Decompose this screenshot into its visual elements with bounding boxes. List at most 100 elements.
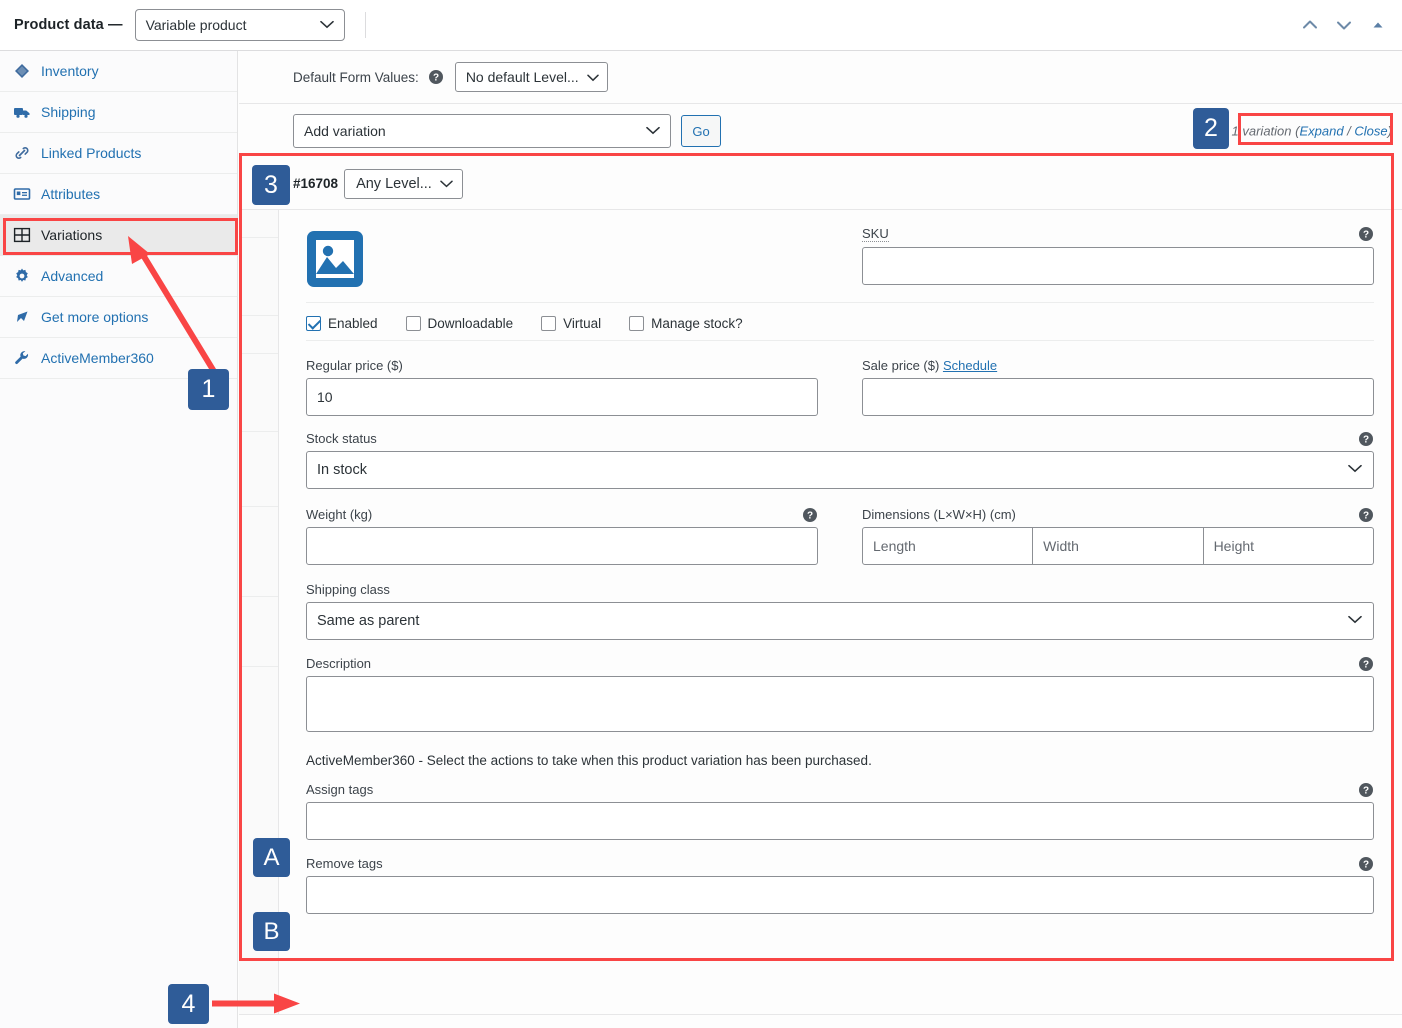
svg-text:?: ? xyxy=(1363,230,1369,241)
stock-status-label: Stock status xyxy=(306,431,377,446)
variation-count-top: 1 variation (Expand / Close) xyxy=(1232,124,1392,139)
checkbox-label: Enabled xyxy=(328,316,378,331)
plug-icon xyxy=(13,308,31,326)
assign-tags-input[interactable] xyxy=(306,802,1374,840)
dimensions-inputs xyxy=(862,527,1374,565)
variations-panel: Default Form Values: ? No default Level.… xyxy=(239,51,1402,1028)
svg-text:?: ? xyxy=(433,73,439,84)
sku-label: SKU xyxy=(862,226,889,242)
shipping-class-label: Shipping class xyxy=(306,582,390,597)
sidebar-item-shipping[interactable]: Shipping xyxy=(0,92,237,133)
assign-tags-field: Assign tags ? xyxy=(306,782,1374,840)
weight-input[interactable] xyxy=(306,527,818,565)
close-link[interactable]: Close xyxy=(1354,124,1387,139)
help-icon[interactable]: ? xyxy=(1358,507,1374,523)
description-label: Description xyxy=(306,656,372,671)
chevron-down-icon xyxy=(440,176,453,192)
variation-id: #16708 xyxy=(293,176,339,191)
header-divider xyxy=(364,12,366,38)
sidebar-item-label: Shipping xyxy=(41,104,96,120)
checkbox-box xyxy=(629,316,645,331)
remove-tags-input[interactable] xyxy=(306,876,1374,914)
variation-header: #16708 Any Level... xyxy=(239,158,1402,210)
product-type-select[interactable]: Variable product xyxy=(134,9,345,41)
checkbox-label: Virtual xyxy=(563,316,602,331)
default-form-values-row: Default Form Values: ? No default Level.… xyxy=(239,51,1402,104)
grid-icon xyxy=(13,226,31,244)
gear-icon xyxy=(13,267,31,285)
variation-body: SKU ? Enabled Downloadable Virtual Manag… xyxy=(280,210,1402,1014)
triangle-up-icon[interactable] xyxy=(1368,15,1388,35)
help-icon[interactable]: ? xyxy=(1358,656,1374,672)
checkbox-label: Downloadable xyxy=(427,316,514,331)
remove-tags-field: Remove tags ? xyxy=(306,856,1374,914)
sidebar-item-linked-products[interactable]: Linked Products xyxy=(0,133,237,174)
sidebar-item-attributes[interactable]: Attributes xyxy=(0,174,237,215)
description-textarea[interactable] xyxy=(306,676,1374,732)
sale-price-label: Sale price ($) Schedule xyxy=(862,358,1374,373)
dimensions-label: Dimensions (L×W×H) (cm) xyxy=(862,507,1016,522)
regular-price-input[interactable] xyxy=(306,378,818,416)
schedule-link[interactable]: Schedule xyxy=(943,358,997,373)
sku-input[interactable] xyxy=(862,247,1374,285)
shipping-class-value: Same as parent xyxy=(317,613,420,629)
help-icon[interactable]: ? xyxy=(1358,431,1374,447)
virtual-checkbox[interactable]: Virtual xyxy=(541,316,601,331)
product-data-tabs: Inventory Shipping Linked Products Attri… xyxy=(0,51,238,1028)
sidebar-item-inventory[interactable]: Inventory xyxy=(0,51,237,92)
variation-flags: Enabled Downloadable Virtual Manage stoc… xyxy=(306,302,1374,341)
go-button[interactable]: Go xyxy=(681,115,721,147)
sidebar-item-variations[interactable]: Variations xyxy=(0,215,237,256)
sale-price-input[interactable] xyxy=(862,378,1374,416)
product-type-value: Variable product xyxy=(145,17,247,33)
sidebar-item-label: Inventory xyxy=(41,63,99,79)
help-icon[interactable]: ? xyxy=(802,507,818,523)
variation-count-text: 1 variation xyxy=(1231,123,1296,139)
svg-text:?: ? xyxy=(1363,860,1369,871)
shipping-class-select[interactable]: Same as parent xyxy=(306,602,1374,640)
add-variation-select[interactable]: Add variation xyxy=(293,114,671,148)
chevron-down-icon xyxy=(586,69,599,85)
svg-text:?: ? xyxy=(1363,786,1369,797)
sidebar-item-label: Linked Products xyxy=(41,145,142,161)
chevron-down-icon[interactable] xyxy=(1334,15,1354,35)
help-icon[interactable]: ? xyxy=(1358,226,1374,242)
svg-text:?: ? xyxy=(807,511,813,522)
downloadable-checkbox[interactable]: Downloadable xyxy=(405,316,514,331)
wrench-icon xyxy=(13,349,31,367)
checkbox-label: Manage stock? xyxy=(651,316,743,331)
stock-status-value: In stock xyxy=(317,462,367,478)
sidebar-item-get-more-options[interactable]: Get more options xyxy=(0,297,237,338)
regular-price-label: Regular price ($) xyxy=(306,358,403,373)
activemember-note: ActiveMember360 - Select the actions to … xyxy=(306,753,872,768)
width-input[interactable] xyxy=(1033,527,1204,565)
chevron-down-icon xyxy=(1348,612,1362,628)
checkbox-box xyxy=(405,316,421,331)
enabled-checkbox[interactable]: Enabled xyxy=(306,316,378,331)
help-icon[interactable]: ? xyxy=(428,69,444,85)
default-level-select[interactable]: No default Level... xyxy=(454,62,608,92)
sidebar-empty-space xyxy=(0,379,237,1002)
inventory-icon xyxy=(13,62,31,80)
stock-status-select[interactable]: In stock xyxy=(306,451,1374,489)
help-icon[interactable]: ? xyxy=(1358,782,1374,798)
length-input[interactable] xyxy=(862,527,1034,565)
height-input[interactable] xyxy=(1203,527,1374,565)
sidebar-item-label: Get more options xyxy=(41,309,149,325)
sidebar-item-advanced[interactable]: Advanced xyxy=(0,256,237,297)
variation-attribute-value: Any Level... xyxy=(356,175,432,192)
paren-close: ) xyxy=(1387,123,1392,139)
help-icon[interactable]: ? xyxy=(1358,856,1374,872)
assign-tags-label: Assign tags xyxy=(306,782,374,797)
variations-footer: Save changes Cancel 1 variation (Expand … xyxy=(239,1014,1402,1028)
expand-link[interactable]: Expand xyxy=(1299,124,1343,139)
product-data-panel: Product data — Variable product Inventor… xyxy=(0,0,1402,1028)
chevron-up-icon[interactable] xyxy=(1300,15,1320,35)
manage-stock-checkbox[interactable]: Manage stock? xyxy=(629,316,743,331)
sidebar-item-label: ActiveMember360 xyxy=(41,350,154,366)
variation-attribute-select[interactable]: Any Level... xyxy=(344,168,463,199)
sale-price-label-text: Sale price ($) xyxy=(862,358,940,373)
sidebar-item-activemember360[interactable]: ActiveMember360 xyxy=(0,338,237,379)
variation-image-placeholder[interactable] xyxy=(306,230,364,288)
add-variation-value: Add variation xyxy=(304,123,386,139)
